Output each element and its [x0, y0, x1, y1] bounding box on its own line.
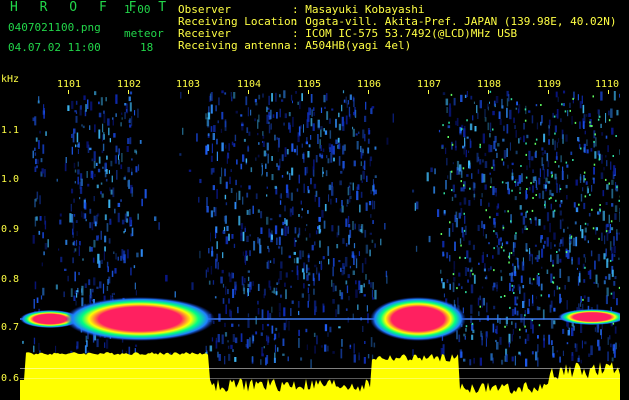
- y-tick-0-7: 0.7: [1, 322, 20, 333]
- y-tick-1-1: 1.1: [1, 125, 20, 136]
- antenna-value: : A504HB(yagi 4el): [292, 39, 412, 52]
- x-tick-1104: 1104: [237, 79, 262, 90]
- x-tick-1102: 1102: [117, 79, 142, 90]
- x-tick-1101: 1101: [57, 79, 82, 90]
- y-tick-1-0: 1.0: [1, 174, 20, 185]
- x-tick-1105: 1105: [297, 79, 322, 90]
- hrofft-window: H R O F F T 1.00 0407021100.png meteor 0…: [0, 0, 629, 400]
- meteor-count: 18: [140, 41, 154, 54]
- x-tick-1108: 1108: [477, 79, 502, 90]
- x-tick-1110: 1110: [595, 79, 620, 90]
- x-tick-1109: 1109: [537, 79, 562, 90]
- y-axis-unit: kHz: [1, 74, 20, 85]
- x-tick-1107: 1107: [417, 79, 442, 90]
- file-name: 0407021100.png: [8, 21, 101, 34]
- meteor-label: meteor: [124, 27, 164, 40]
- y-tick-0-6: 0.6: [1, 373, 20, 384]
- spectrogram-plot: [20, 90, 620, 400]
- date-time: 04.07.02 11:00: [8, 41, 101, 54]
- x-tick-1103: 1103: [176, 79, 201, 90]
- y-tick-0-9: 0.9: [1, 224, 20, 235]
- x-tick-1106: 1106: [357, 79, 382, 90]
- y-tick-0-8: 0.8: [1, 274, 20, 285]
- app-version: 1.00: [124, 3, 151, 16]
- antenna-label: Receiving antenna: [178, 39, 291, 52]
